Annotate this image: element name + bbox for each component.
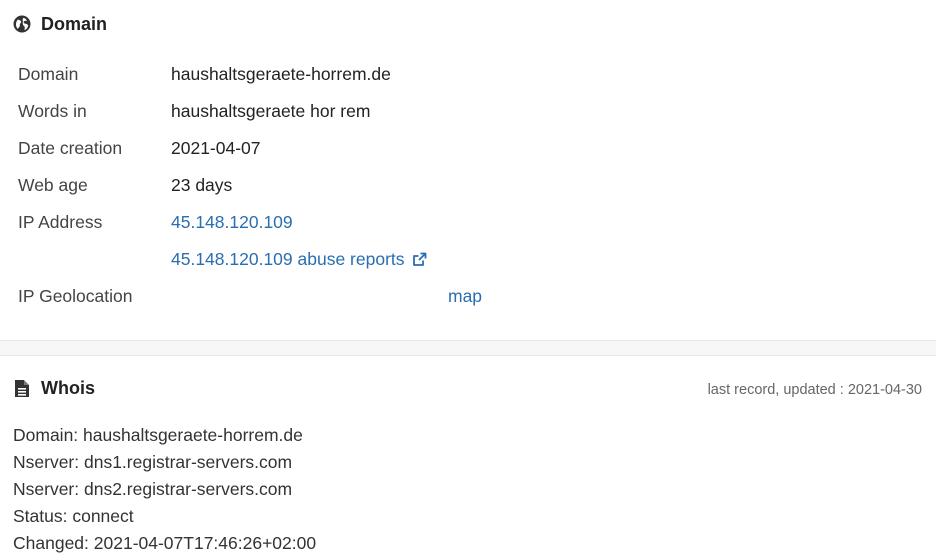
value-domain: haushaltsgeraete-horrem.de xyxy=(171,64,391,84)
whois-updated-note: last record, updated : 2021-04-30 xyxy=(707,382,922,398)
row-words-in: Words in haushaltsgeraete hor rem xyxy=(18,93,370,130)
row-web-age: Web age 23 days xyxy=(18,167,232,204)
value-date-creation: 2021-04-07 xyxy=(171,138,261,158)
abuse-reports-link[interactable]: 45.148.120.109 abuse reports xyxy=(171,249,428,270)
domain-panel: Domain Domain haushaltsgeraete-horrem.de… xyxy=(0,0,936,340)
section-divider xyxy=(0,340,936,356)
whois-panel: Whois last record, updated : 2021-04-30 … xyxy=(0,356,936,560)
domain-title: Domain xyxy=(41,13,108,34)
abuse-reports-label: 45.148.120.109 abuse reports xyxy=(171,249,405,269)
external-link-icon xyxy=(411,251,428,268)
value-words-in: haushaltsgeraete hor rem xyxy=(171,101,371,121)
value-web-age: 23 days xyxy=(171,175,233,195)
whois-heading: Whois xyxy=(12,376,95,400)
label-ip-geolocation: IP Geolocation xyxy=(18,286,133,306)
whois-line-nserver-2: Nserver: dns2.registrar-servers.com xyxy=(13,479,293,499)
row-ip-geolocation: IP Geolocation map xyxy=(18,278,482,315)
ip-address-link[interactable]: 45.148.120.109 xyxy=(171,212,293,233)
whois-line-nserver-1: Nserver: dns1.registrar-servers.com xyxy=(13,452,293,472)
whois-line-domain: Domain: haushaltsgeraete-horrem.de xyxy=(13,425,303,445)
whois-record: Domain: haushaltsgeraete-horrem.de Nserv… xyxy=(13,422,316,557)
label-web-age: Web age xyxy=(18,175,88,195)
document-icon xyxy=(12,378,32,398)
row-ip-address: IP Address 45.148.120.109 xyxy=(18,204,293,241)
label-domain: Domain xyxy=(18,64,79,84)
domain-heading: Domain xyxy=(12,12,107,36)
label-ip-address: IP Address xyxy=(18,212,103,232)
map-link[interactable]: map xyxy=(448,286,482,307)
label-words-in: Words in xyxy=(18,101,87,121)
whois-title: Whois xyxy=(41,377,95,398)
row-abuse-reports: 45.148.120.109 abuse reports xyxy=(18,241,428,278)
row-domain: Domain haushaltsgeraete-horrem.de xyxy=(18,56,391,93)
whois-line-status: Status: connect xyxy=(13,506,134,526)
whois-line-changed: Changed: 2021-04-07T17:46:26+02:00 xyxy=(13,533,317,553)
label-date-creation: Date creation xyxy=(18,138,123,158)
globe-icon xyxy=(12,14,32,34)
row-date-creation: Date creation 2021-04-07 xyxy=(18,130,261,167)
